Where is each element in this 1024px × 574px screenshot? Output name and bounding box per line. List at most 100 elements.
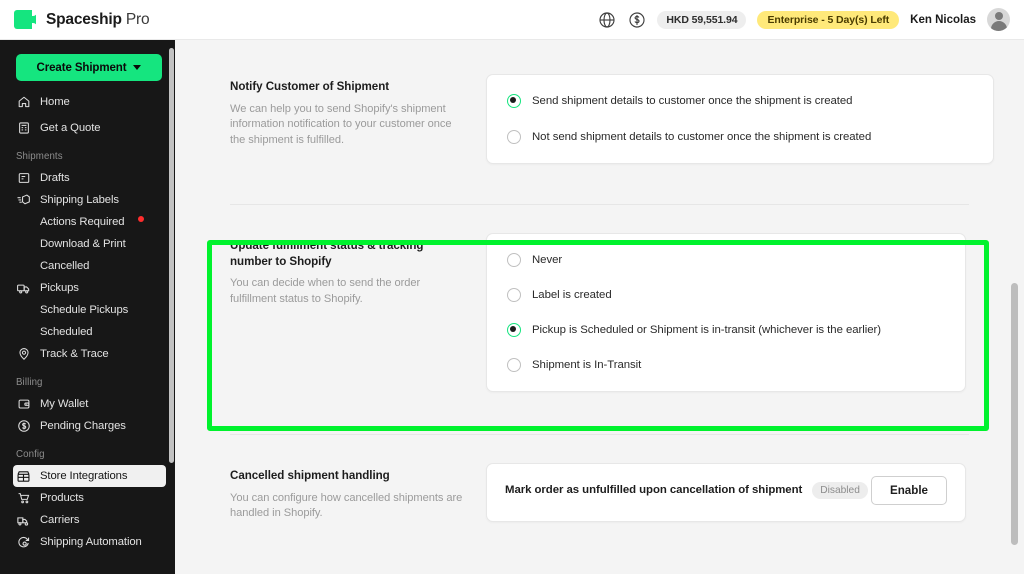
brand-title: Spaceship Pro xyxy=(46,11,150,29)
sidebar-item-label: Download & Print xyxy=(40,238,126,250)
chevron-down-icon xyxy=(133,65,142,70)
carriers-icon xyxy=(16,513,31,528)
sidebar-item-my-wallet[interactable]: My Wallet xyxy=(13,393,166,415)
section-description-block: Cancelled shipment handling You can conf… xyxy=(230,463,486,522)
create-shipment-label: Create Shipment xyxy=(36,61,127,74)
sidebar-scrollbar-thumb[interactable] xyxy=(169,48,174,463)
sidebar-item-shipping-automation[interactable]: Shipping Automation xyxy=(13,531,166,553)
radio-button[interactable] xyxy=(507,323,521,337)
enable-button[interactable]: Enable xyxy=(870,475,947,505)
sidebar-item-cancelled[interactable]: Cancelled xyxy=(13,255,166,277)
radio-option-pickup-scheduled-or-in-transit[interactable]: Pickup is Scheduled or Shipment is in-tr… xyxy=(507,323,945,337)
spaceship-logo-icon xyxy=(14,10,37,29)
radio-label: Not send shipment details to customer on… xyxy=(532,131,872,143)
sidebar-scrollbar-track[interactable] xyxy=(169,44,174,570)
sidebar-item-shipping-labels[interactable]: Shipping Labels xyxy=(13,189,166,211)
dollar-circle-icon[interactable] xyxy=(627,10,646,29)
radio-option-shipment-in-transit[interactable]: Shipment is In-Transit xyxy=(507,358,945,372)
sidebar-group-billing: Billing xyxy=(16,377,43,388)
sidebar-item-label: Store Integrations xyxy=(40,470,128,482)
sidebar-item-label: Carriers xyxy=(40,514,80,526)
alert-dot-icon xyxy=(138,215,145,222)
sidebar-item-label: Pickups xyxy=(40,282,79,294)
sidebar-item-label: Drafts xyxy=(40,172,70,184)
section-notify-customer: Notify Customer of Shipment We can help … xyxy=(175,40,1024,164)
quote-icon xyxy=(16,121,31,136)
section-description: You can configure how cancelled shipment… xyxy=(230,491,463,520)
cart-icon xyxy=(16,491,31,506)
sidebar-item-get-a-quote[interactable]: Get a Quote xyxy=(13,117,166,139)
radio-option-label-is-created[interactable]: Label is created xyxy=(507,288,945,302)
top-header: Spaceship Pro HKD 59,551.94 Enterprise -… xyxy=(0,0,1024,40)
header-actions: HKD 59,551.94 Enterprise - 5 Day(s) Left… xyxy=(597,8,1024,31)
mark-unfulfilled-row: Mark order as unfulfilled upon cancellat… xyxy=(487,464,965,516)
radio-button[interactable] xyxy=(507,253,521,267)
store-icon xyxy=(16,469,31,484)
sidebar-item-label: Scheduled xyxy=(40,326,93,338)
globe-icon[interactable] xyxy=(597,10,616,29)
radio-label: Shipment is In-Transit xyxy=(532,359,642,371)
radio-button[interactable] xyxy=(507,130,521,144)
radio-button[interactable] xyxy=(507,358,521,372)
section-title: Update fulfillment status & tracking num… xyxy=(230,239,424,268)
home-icon xyxy=(16,95,31,110)
update-fulfillment-card: Never Label is created Pickup is Schedul… xyxy=(486,233,966,392)
plan-status-badge[interactable]: Enterprise - 5 Day(s) Left xyxy=(757,10,900,29)
sidebar-item-pickups[interactable]: Pickups xyxy=(13,277,166,299)
create-shipment-button[interactable]: Create Shipment xyxy=(16,54,162,81)
mark-unfulfilled-label: Mark order as unfulfilled upon cancellat… xyxy=(505,484,803,496)
truck-icon xyxy=(16,281,31,296)
sidebar-item-download-print[interactable]: Download & Print xyxy=(13,233,166,255)
dollar-circle-icon xyxy=(16,419,31,434)
sidebar-item-label: Products xyxy=(40,492,84,504)
radio-label: Send shipment details to customer once t… xyxy=(532,95,853,107)
brand-logo[interactable]: Spaceship Pro xyxy=(0,10,150,29)
shipping-labels-icon xyxy=(16,193,31,208)
section-update-fulfillment-status: Update fulfillment status & tracking num… xyxy=(175,205,1024,392)
main-content: Notify Customer of Shipment We can help … xyxy=(175,40,1024,574)
sidebar-item-carriers[interactable]: Carriers xyxy=(13,509,166,531)
radio-button[interactable] xyxy=(507,288,521,302)
section-cancelled-shipment-handling: Cancelled shipment handling You can conf… xyxy=(175,435,1024,522)
sidebar-item-products[interactable]: Products xyxy=(13,487,166,509)
sidebar-item-track-trace[interactable]: Track & Trace xyxy=(13,343,166,365)
sidebar-item-schedule-pickups[interactable]: Schedule Pickups xyxy=(13,299,166,321)
section-title: Notify Customer of Shipment xyxy=(230,80,390,93)
balance-chip[interactable]: HKD 59,551.94 xyxy=(657,10,747,29)
user-name-label[interactable]: Ken Nicolas xyxy=(910,14,976,26)
sidebar-item-label: My Wallet xyxy=(40,398,89,410)
section-title: Cancelled shipment handling xyxy=(230,469,390,482)
radio-option-not-send-details[interactable]: Not send shipment details to customer on… xyxy=(507,130,973,144)
radio-option-never[interactable]: Never xyxy=(507,253,945,267)
sidebar-item-label: Get a Quote xyxy=(40,122,101,134)
radio-option-send-details[interactable]: Send shipment details to customer once t… xyxy=(507,94,973,108)
sidebar-item-label: Pending Charges xyxy=(40,420,126,432)
sidebar-item-pending-charges[interactable]: Pending Charges xyxy=(13,415,166,437)
radio-label: Label is created xyxy=(532,289,612,301)
radio-button[interactable] xyxy=(507,94,521,108)
radio-label: Never xyxy=(532,254,563,266)
sidebar-item-label: Shipping Automation xyxy=(40,536,142,548)
sidebar-item-store-integrations[interactable]: Store Integrations xyxy=(13,465,166,487)
cancelled-shipment-card: Mark order as unfulfilled upon cancellat… xyxy=(486,463,966,522)
status-badge: Disabled xyxy=(812,481,868,499)
location-pin-icon xyxy=(16,347,31,362)
sidebar-item-drafts[interactable]: Drafts xyxy=(13,167,166,189)
sidebar-item-actions-required[interactable]: Actions Required xyxy=(13,211,166,233)
user-avatar-icon[interactable] xyxy=(987,8,1010,31)
sidebar-item-label: Schedule Pickups xyxy=(40,304,129,316)
sidebar-item-scheduled[interactable]: Scheduled xyxy=(13,321,166,343)
radio-label: Pickup is Scheduled or Shipment is in-tr… xyxy=(532,324,882,336)
main-scrollbar-thumb[interactable] xyxy=(1011,283,1018,545)
sidebar-item-label: Home xyxy=(40,96,70,108)
section-description-block: Notify Customer of Shipment We can help … xyxy=(230,74,486,164)
drafts-icon xyxy=(16,171,31,186)
sidebar-item-label: Shipping Labels xyxy=(40,194,119,206)
sidebar-item-home[interactable]: Home xyxy=(13,91,166,113)
sidebar: Create Shipment Home Get a Quote Shipmen… xyxy=(0,40,175,574)
sidebar-content: Create Shipment Home Get a Quote Shipmen… xyxy=(0,54,175,561)
app-root: Spaceship Pro HKD 59,551.94 Enterprise -… xyxy=(0,0,1024,574)
settings-list: Notify Customer of Shipment We can help … xyxy=(175,40,1024,522)
sidebar-item-label: Cancelled xyxy=(40,260,90,272)
main-scrollbar-track[interactable] xyxy=(1011,40,1021,574)
